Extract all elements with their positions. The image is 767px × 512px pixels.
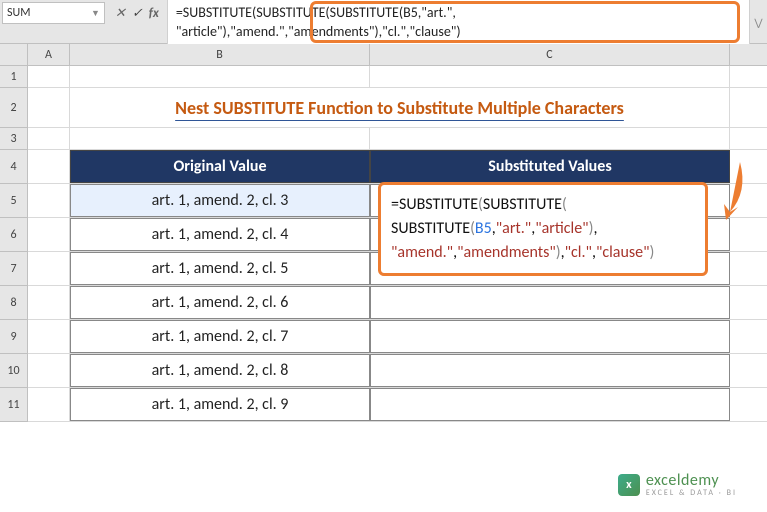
arrow-icon: [710, 162, 750, 222]
row-header-5[interactable]: 5: [0, 184, 28, 218]
cell-C10[interactable]: [370, 354, 730, 387]
formula-callout: =SUBSTITUTE(SUBSTITUTE( SUBSTITUTE(B5,"a…: [378, 182, 708, 276]
row-header-2[interactable]: 2: [0, 88, 28, 128]
cell-A2[interactable]: [28, 88, 70, 127]
cell-C3[interactable]: [370, 128, 730, 149]
cell-A11[interactable]: [28, 388, 70, 421]
cell-B11[interactable]: art. 1, amend. 2, cl. 9: [70, 388, 370, 421]
watermark: x exceldemy EXCEL & DATA · BI: [618, 471, 737, 498]
cell-A8[interactable]: [28, 286, 70, 319]
cell-A5[interactable]: [28, 184, 70, 217]
cell-C9[interactable]: [370, 320, 730, 353]
row-header-9[interactable]: 9: [0, 320, 28, 354]
formula-input[interactable]: =SUBSTITUTE(SUBSTITUTE(SUBSTITUTE(B5,"ar…: [167, 0, 749, 44]
row-header-3[interactable]: 3: [0, 128, 28, 150]
name-box[interactable]: SUM ▼: [2, 2, 105, 24]
name-box-value: SUM: [7, 6, 85, 20]
formula-bar: SUM ▼ ✕ ✓ fx =SUBSTITUTE(SUBSTITUTE(SUBS…: [0, 0, 767, 44]
formula-bar-icons: ✕ ✓ fx: [107, 2, 167, 24]
row-header-6[interactable]: 6: [0, 218, 28, 252]
fx-icon[interactable]: fx: [149, 6, 159, 21]
col-header-C[interactable]: C: [370, 44, 730, 65]
cell-A6[interactable]: [28, 218, 70, 251]
cancel-icon[interactable]: ✕: [115, 6, 126, 21]
row-headers: 1 2 3 4 5 6 7 8 9 10 11: [0, 66, 28, 422]
cell-A4[interactable]: [28, 150, 70, 183]
formula-text-line1: =SUBSTITUTE(SUBSTITUTE(SUBSTITUTE(B5,"ar…: [176, 4, 741, 23]
formula-text-line2: "article"),"amend.","amendments"),"cl.",…: [176, 23, 741, 42]
row-header-11[interactable]: 11: [0, 388, 28, 422]
chevron-down-icon[interactable]: ▼: [91, 8, 100, 19]
select-all-corner[interactable]: [0, 44, 28, 65]
cell-A7[interactable]: [28, 252, 70, 285]
cell-A3[interactable]: [28, 128, 70, 149]
cell-B5[interactable]: art. 1, amend. 2, cl. 3: [70, 184, 370, 217]
row-header-7[interactable]: 7: [0, 252, 28, 286]
cell-B10[interactable]: art. 1, amend. 2, cl. 8: [70, 354, 370, 387]
col-header-A[interactable]: A: [28, 44, 70, 65]
watermark-logo-icon: x: [618, 474, 640, 496]
formula-bar-expand-icon[interactable]: ⋁: [749, 0, 767, 44]
title-cell[interactable]: Nest SUBSTITUTE Function to Substitute M…: [70, 88, 730, 127]
cell-A10[interactable]: [28, 354, 70, 387]
cell-C1[interactable]: [370, 66, 730, 87]
cell-B6[interactable]: art. 1, amend. 2, cl. 4: [70, 218, 370, 251]
header-original[interactable]: Original Value: [70, 150, 370, 183]
check-icon[interactable]: ✓: [132, 6, 143, 21]
column-headers: A B C: [0, 44, 767, 66]
cell-A9[interactable]: [28, 320, 70, 353]
cell-B7[interactable]: art. 1, amend. 2, cl. 5: [70, 252, 370, 285]
page-title: Nest SUBSTITUTE Function to Substitute M…: [175, 97, 624, 119]
cell-B8[interactable]: art. 1, amend. 2, cl. 6: [70, 286, 370, 319]
header-substituted[interactable]: Substituted Values: [370, 150, 730, 183]
cell-A1[interactable]: [28, 66, 70, 87]
col-header-B[interactable]: B: [70, 44, 370, 65]
row-header-8[interactable]: 8: [0, 286, 28, 320]
cell-B3[interactable]: [70, 128, 370, 149]
cell-B1[interactable]: [70, 66, 370, 87]
cell-C11[interactable]: [370, 388, 730, 421]
cell-B9[interactable]: art. 1, amend. 2, cl. 7: [70, 320, 370, 353]
row-header-1[interactable]: 1: [0, 66, 28, 88]
row-header-10[interactable]: 10: [0, 354, 28, 388]
cell-C8[interactable]: [370, 286, 730, 319]
row-header-4[interactable]: 4: [0, 150, 28, 184]
watermark-subtext: EXCEL & DATA · BI: [646, 488, 737, 498]
